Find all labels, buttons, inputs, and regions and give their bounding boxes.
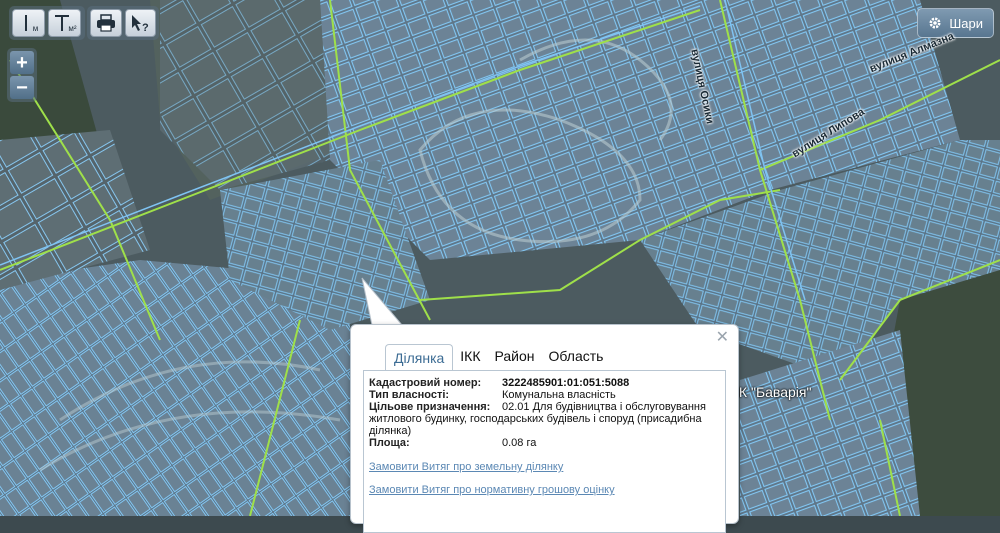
tab-parcel[interactable]: Ділянка xyxy=(385,344,454,370)
area-row: Площа: 0.08 га xyxy=(369,437,719,449)
tab-district[interactable]: Район xyxy=(488,344,542,370)
measure-tools: м м² xyxy=(9,6,85,40)
cadastral-row: Кадастровий номер: 3222485901:01:051:508… xyxy=(369,377,719,389)
zoom-in-button[interactable]: + xyxy=(10,51,34,74)
ruler-distance-icon xyxy=(24,15,27,31)
cadastral-label: Кадастровий номер: xyxy=(369,377,482,389)
order-valuation-extract-link[interactable]: Замовити Витяг про нормативну грошову оц… xyxy=(369,484,719,496)
zoom-out-button[interactable]: − xyxy=(10,76,34,99)
area-value: 0.08 га xyxy=(502,437,537,449)
popup-tabs: Ділянка ІКК Район Область xyxy=(385,344,610,370)
gear-icon xyxy=(929,17,941,29)
zoom-control: + − xyxy=(7,48,37,102)
svg-text:?: ? xyxy=(142,22,149,33)
measure-area-button[interactable]: м² xyxy=(48,9,81,37)
area-label: Площа: xyxy=(369,437,410,449)
parcel-details-panel: Кадастровий номер: 3222485901:01:051:508… xyxy=(363,370,726,533)
ownership-label: Тип власності: xyxy=(369,389,450,401)
purpose-row: Цільове призначення: 02.01 Для будівницт… xyxy=(369,401,719,437)
layers-button-label: Шари xyxy=(949,15,983,31)
tab-ikk[interactable]: ІКК xyxy=(453,344,487,370)
identify-button[interactable]: ? xyxy=(124,9,156,37)
cursor-question-icon: ? xyxy=(132,15,149,33)
layers-button[interactable]: Шари xyxy=(917,8,994,38)
measure-distance-button[interactable]: м xyxy=(12,9,45,37)
cadastral-value: 3222485901:01:051:5088 xyxy=(502,377,630,389)
printer-icon xyxy=(96,14,115,32)
tab-region[interactable]: Область xyxy=(542,344,611,370)
ownership-row: Тип власності: Комунальна власність xyxy=(369,389,719,401)
purpose-value: 02.01 Для будівництва і обслуговування ж… xyxy=(369,401,706,437)
ownership-value: Комунальна власність xyxy=(502,389,616,401)
area-unit-label: м² xyxy=(68,23,77,33)
print-button[interactable] xyxy=(90,9,122,37)
distance-unit-label: м xyxy=(32,23,39,33)
close-icon[interactable]: ✕ xyxy=(716,330,729,346)
order-land-extract-link[interactable]: Замовити Витяг про земельну ділянку xyxy=(369,461,719,473)
parcel-info-popup: ✕ Ділянка ІКК Район Область Кадастровий … xyxy=(350,324,739,533)
utility-tools: ? xyxy=(87,6,159,40)
